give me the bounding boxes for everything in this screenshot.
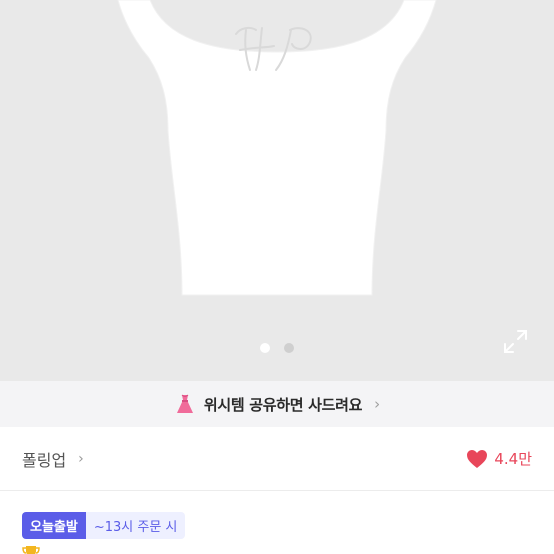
likes-count: 4.4만 — [494, 450, 532, 468]
seller-row: 폴링업 › 4.4만 — [0, 427, 554, 490]
share-banner-label: 위시템 공유하면 사드려요 — [203, 395, 363, 414]
likes-button[interactable]: 4.4만 — [466, 448, 532, 469]
carousel-dot[interactable] — [284, 343, 294, 353]
chevron-right-icon: › — [374, 395, 381, 413]
product-image-carousel[interactable] — [0, 0, 554, 381]
dress-icon — [176, 394, 193, 413]
trophy-icon — [22, 546, 40, 554]
chevron-right-icon: › — [78, 450, 84, 467]
expand-icon[interactable] — [503, 329, 528, 354]
order-deadline-badge: ~13시 주문 시 — [85, 512, 186, 539]
seller-name-link[interactable]: 폴링업 — [22, 447, 66, 471]
today-shipping-badge: 오늘출발 — [22, 512, 86, 539]
product-photo-tshirt — [117, 0, 437, 296]
heart-icon — [467, 449, 488, 468]
wishitem-share-banner[interactable]: 위시템 공유하면 사드려요 › — [0, 381, 554, 427]
shipping-badges: 오늘출발 ~13시 주문 시 — [22, 512, 186, 539]
carousel-dots — [0, 343, 554, 353]
product-detail-page: 위시템 공유하면 사드려요 › 폴링업 › 4.4만 오늘출발 ~13시 주문 … — [0, 0, 554, 554]
carousel-dot-active[interactable] — [260, 343, 270, 353]
divider — [0, 490, 554, 491]
product-title-row — [22, 544, 46, 554]
